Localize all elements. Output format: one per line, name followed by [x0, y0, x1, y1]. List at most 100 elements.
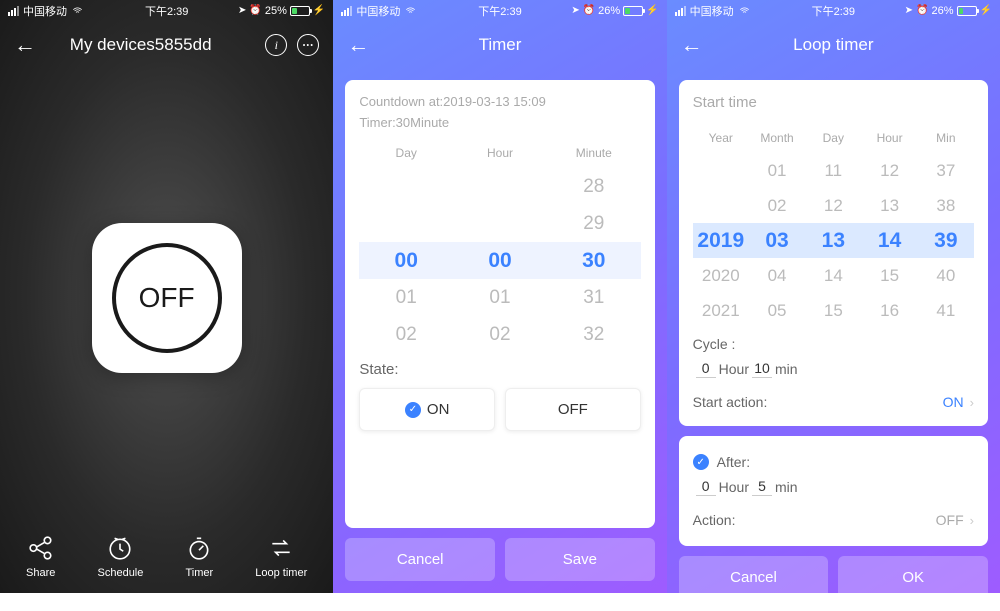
- state-off-button[interactable]: OFF: [505, 388, 641, 431]
- header: ← Loop timer: [667, 20, 1000, 70]
- on-label: ON: [427, 401, 450, 418]
- power-button[interactable]: OFF: [92, 223, 242, 373]
- col-minute: Minute: [547, 146, 641, 160]
- picker-header: Year Month Day Hour Min: [693, 131, 974, 145]
- battery-icon: [957, 6, 977, 16]
- battery-icon: [623, 6, 643, 16]
- tab-label: Share: [26, 567, 55, 579]
- charging-icon: ⚡: [980, 5, 992, 16]
- status-time: 下午2:39: [478, 3, 521, 19]
- off-label: OFF: [558, 401, 588, 418]
- clock-icon: [107, 535, 133, 561]
- cycle-input-row[interactable]: 0 Hour 10 min: [693, 360, 974, 386]
- chevron-right-icon: ›: [970, 513, 974, 528]
- info-button[interactable]: i: [265, 34, 287, 56]
- cancel-button[interactable]: Cancel: [345, 538, 495, 581]
- after-min-input[interactable]: 5: [752, 478, 772, 496]
- status-time: 下午2:39: [812, 3, 855, 19]
- after-row[interactable]: ✓ After:: [693, 446, 974, 478]
- battery-percent: 26%: [598, 5, 620, 17]
- start-time-card: Start time Year Month Day Hour Min 20192…: [679, 80, 988, 426]
- signal-icon: [675, 6, 686, 16]
- countdown-label: Countdown at:2019-03-13 15:09: [359, 94, 640, 109]
- start-action-value: ON: [943, 394, 964, 410]
- wifi-icon: [404, 6, 417, 16]
- cycle-min-input[interactable]: 10: [752, 360, 772, 378]
- tab-label: Timer: [185, 567, 213, 579]
- wifi-icon: [738, 6, 751, 16]
- timer-duration-label: Timer:30Minute: [359, 115, 640, 130]
- tab-timer[interactable]: Timer: [185, 535, 213, 579]
- min-unit: min: [775, 361, 798, 377]
- power-state: OFF: [112, 243, 222, 353]
- carrier: 中国移动: [356, 3, 400, 19]
- after-input-row[interactable]: 0 Hour 5 min: [693, 478, 974, 504]
- datetime-picker[interactable]: 2019202020210102030405111213141512131415…: [693, 153, 974, 328]
- picker-header: Day Hour Minute: [359, 146, 640, 160]
- action-value: OFF: [936, 512, 964, 528]
- header: ← Timer: [333, 20, 666, 70]
- after-card: ✓ After: 0 Hour 5 min Action: OFF ›: [679, 436, 988, 546]
- loop-icon: [268, 535, 294, 561]
- after-hour-input[interactable]: 0: [696, 478, 716, 496]
- charging-icon: ⚡: [313, 5, 325, 16]
- page-title: Loop timer: [681, 35, 986, 55]
- battery-percent: 26%: [932, 5, 954, 17]
- cycle-hour-input[interactable]: 0: [696, 360, 716, 378]
- cycle-row: Cycle :: [693, 328, 974, 360]
- status-bar: 中国移动 下午2:39 ➤ ⏰ 26% ⚡: [667, 0, 1000, 20]
- col-year: Year: [693, 131, 749, 145]
- footer-buttons: Cancel OK: [667, 556, 1000, 611]
- state-on-button[interactable]: ✓ ON: [359, 388, 495, 431]
- wifi-icon: [71, 6, 84, 16]
- stopwatch-icon: [186, 535, 212, 561]
- status-bar: 中国移动 下午2:39 ➤ ⏰ 26% ⚡: [333, 0, 666, 20]
- start-action-row[interactable]: Start action: ON ›: [693, 386, 974, 418]
- location-icon: ➤: [905, 5, 913, 16]
- save-button[interactable]: Save: [505, 538, 655, 581]
- tab-loop-timer[interactable]: Loop timer: [255, 535, 307, 579]
- cycle-label: Cycle :: [693, 336, 736, 352]
- tab-schedule[interactable]: Schedule: [98, 535, 144, 579]
- page-title: My devices5855dd: [26, 35, 255, 55]
- charging-icon: ⚡: [646, 5, 658, 16]
- share-icon: [28, 535, 54, 561]
- col-hour: Hour: [453, 146, 547, 160]
- hour-unit: Hour: [719, 479, 749, 495]
- header: ← My devices5855dd i •••: [0, 20, 333, 70]
- main-area: OFF: [0, 70, 333, 525]
- location-icon: ➤: [571, 5, 579, 16]
- location-icon: ➤: [238, 5, 246, 16]
- battery-icon: [290, 6, 310, 16]
- time-picker[interactable]: 0001020001022829303132: [359, 168, 640, 353]
- battery-percent: 25%: [265, 5, 287, 17]
- action-row[interactable]: Action: OFF ›: [693, 504, 974, 536]
- alarm-icon: ⏰: [583, 5, 595, 16]
- tab-label: Schedule: [98, 567, 144, 579]
- signal-icon: [341, 6, 352, 16]
- hour-unit: Hour: [719, 361, 749, 377]
- signal-icon: [8, 6, 19, 16]
- carrier: 中国移动: [23, 3, 67, 19]
- screen-device-control: 中国移动 下午2:39 ➤ ⏰ 25% ⚡ ← My devices5855dd…: [0, 0, 333, 593]
- col-min: Min: [918, 131, 974, 145]
- carrier: 中国移动: [690, 3, 734, 19]
- bottom-tabs: Share Schedule Timer Loop timer: [0, 525, 333, 593]
- col-day: Day: [805, 131, 861, 145]
- col-hour: Hour: [861, 131, 917, 145]
- action-label: Action:: [693, 512, 936, 528]
- check-icon: ✓: [405, 402, 421, 418]
- alarm-icon: ⏰: [249, 5, 261, 16]
- col-month: Month: [749, 131, 805, 145]
- state-label: State:: [359, 361, 640, 378]
- more-button[interactable]: •••: [297, 34, 319, 56]
- start-action-label: Start action:: [693, 394, 943, 410]
- tab-share[interactable]: Share: [26, 535, 55, 579]
- alarm-icon: ⏰: [916, 5, 928, 16]
- tab-label: Loop timer: [255, 567, 307, 579]
- start-time-label: Start time: [693, 94, 974, 111]
- col-day: Day: [359, 146, 453, 160]
- after-label: After:: [717, 454, 750, 470]
- status-bar: 中国移动 下午2:39 ➤ ⏰ 25% ⚡: [0, 0, 333, 20]
- check-icon: ✓: [693, 454, 709, 470]
